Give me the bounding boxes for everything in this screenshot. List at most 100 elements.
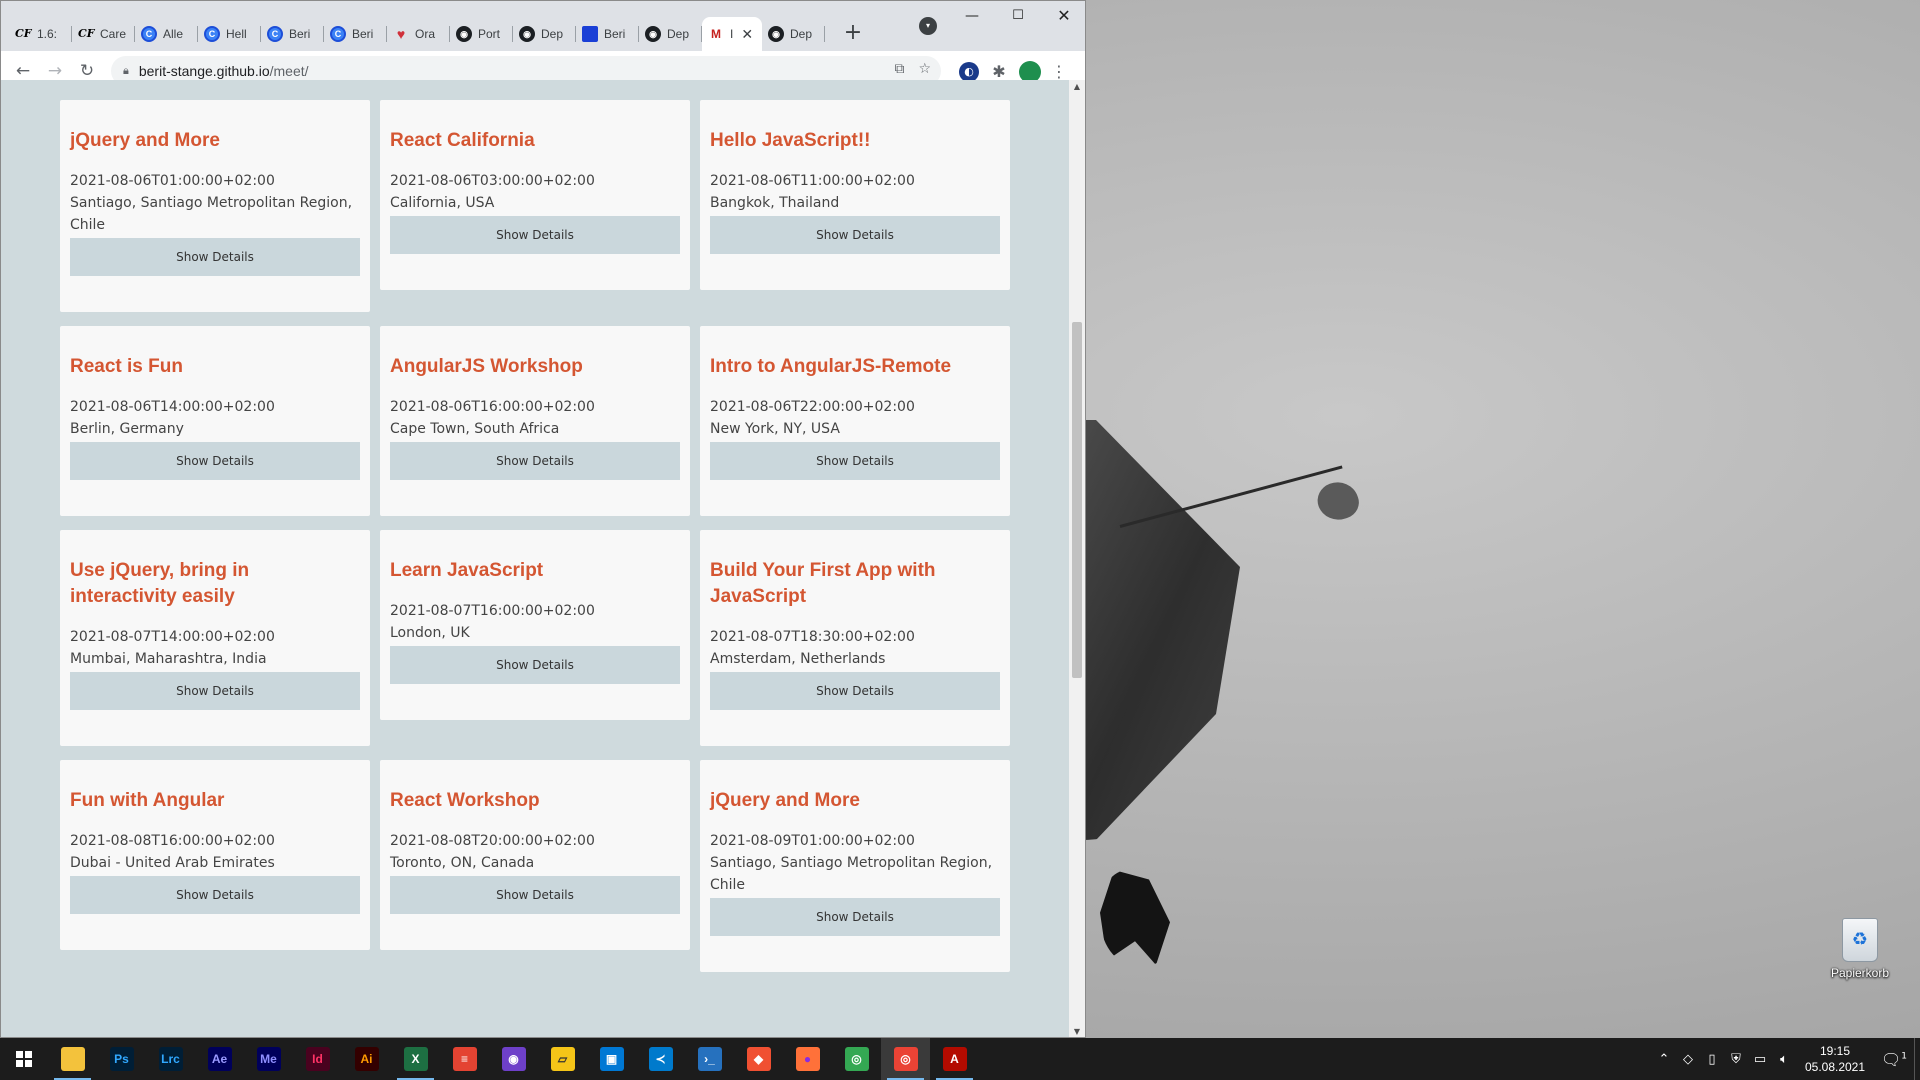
- taskbar-app-button[interactable]: Ae: [195, 1038, 244, 1080]
- taskbar-app-button[interactable]: Ai: [342, 1038, 391, 1080]
- taskbar-app-button[interactable]: X: [391, 1038, 440, 1080]
- browser-tab[interactable]: ◉ Port: [450, 17, 513, 51]
- lock-icon[interactable]: 🔒︎: [123, 64, 129, 78]
- show-desktop-button[interactable]: [1914, 1038, 1920, 1080]
- extension-icon[interactable]: ◐: [959, 62, 979, 82]
- show-details-button[interactable]: Show Details: [70, 442, 360, 480]
- dropbox-icon[interactable]: ◇: [1676, 1052, 1700, 1067]
- event-title: jQuery and More: [70, 130, 220, 151]
- event-card: Build Your First App with JavaScript 2021…: [700, 530, 1010, 746]
- browser-tab[interactable]: ◉ Dep: [513, 17, 576, 51]
- security-shield-icon[interactable]: ⛨: [1724, 1052, 1748, 1067]
- url-host: berit-stange.github.io: [138, 63, 270, 79]
- taskbar-app-button[interactable]: ▣: [587, 1038, 636, 1080]
- tab-close-icon[interactable]: ✕: [741, 26, 753, 43]
- browser-tab[interactable]: ♥ Ora: [387, 17, 450, 51]
- browser-tab[interactable]: Beri: [576, 17, 639, 51]
- start-button[interactable]: [0, 1038, 48, 1080]
- recycle-bin-shortcut[interactable]: Papierkorb: [1822, 918, 1898, 980]
- browser-tab[interactable]: M I ✕: [702, 17, 762, 51]
- browser-tab[interactable]: CF 1.6:: [9, 17, 72, 51]
- event-location: Santiago, Santiago Metropolitan Region, …: [710, 855, 993, 893]
- event-card: jQuery and More 2021-08-06T01:00:00+02:00…: [60, 100, 370, 312]
- taskbar-app-button[interactable]: ›_: [685, 1038, 734, 1080]
- event-location: London, UK: [390, 625, 470, 641]
- show-details-button[interactable]: Show Details: [70, 876, 360, 914]
- event-card: Use jQuery, bring in interactivity easil…: [60, 530, 370, 746]
- show-details-button[interactable]: Show Details: [710, 442, 1000, 480]
- notification-center-icon[interactable]: 🗨︎1: [1874, 1050, 1914, 1069]
- taskbar-app-button[interactable]: ●: [783, 1038, 832, 1080]
- vertical-scrollbar[interactable]: ▲ ▼: [1069, 80, 1085, 1037]
- new-tab-button[interactable]: +: [839, 20, 867, 48]
- scroll-up-arrow-icon[interactable]: ▲: [1069, 80, 1085, 94]
- show-details-button[interactable]: Show Details: [390, 646, 680, 684]
- event-location: Mumbai, Maharashtra, India: [70, 651, 267, 667]
- event-title: React California: [390, 130, 535, 151]
- excel-icon: X: [403, 1047, 428, 1071]
- taskbar-app-button[interactable]: ≡: [440, 1038, 489, 1080]
- scrollbar-thumb[interactable]: [1072, 322, 1082, 678]
- taskbar-app-button[interactable]: A: [930, 1038, 979, 1080]
- show-details-button[interactable]: Show Details: [390, 876, 680, 914]
- bookmark-star-icon[interactable]: ☆: [918, 61, 931, 77]
- browser-tab[interactable]: ◉ Dep: [762, 17, 825, 51]
- github-icon: ◉: [645, 26, 661, 42]
- tab-label: Ora: [415, 27, 436, 41]
- taskbar-app-button[interactable]: ▱: [538, 1038, 587, 1080]
- tab-search-icon[interactable]: ▾: [919, 17, 937, 35]
- show-details-button[interactable]: Show Details: [390, 442, 680, 480]
- browser-tab[interactable]: ◉ Dep: [639, 17, 702, 51]
- show-details-button[interactable]: Show Details: [710, 672, 1000, 710]
- minimize-button[interactable]: —: [949, 1, 995, 31]
- photoshop-icon: Ps: [109, 1047, 134, 1071]
- event-date: 2021-08-06T03:00:00+02:00: [390, 173, 595, 189]
- usb-device-icon[interactable]: ▯: [1700, 1052, 1724, 1067]
- event-location: Berlin, Germany: [70, 421, 184, 437]
- event-title: Hello JavaScript!!: [710, 130, 871, 151]
- scroll-down-arrow-icon[interactable]: ▼: [1069, 1025, 1085, 1037]
- browser-tab[interactable]: C Beri: [261, 17, 324, 51]
- show-hidden-icons-chevron-icon[interactable]: ⌃: [1652, 1052, 1676, 1067]
- volume-icon[interactable]: 🔈︎: [1772, 1052, 1796, 1067]
- taskbar-app-button[interactable]: Lrc: [146, 1038, 195, 1080]
- event-card: React California 2021-08-06T03:00:00+02:0…: [380, 100, 690, 290]
- extensions-puzzle-icon[interactable]: ✱: [989, 62, 1009, 82]
- kebab-menu-icon[interactable]: ⋮: [1051, 62, 1067, 82]
- clock-date: 05.08.2021: [1804, 1060, 1866, 1074]
- event-title: React Workshop: [390, 790, 540, 811]
- event-location: California, USA: [390, 195, 495, 211]
- taskbar-app-button[interactable]: ◎: [881, 1038, 930, 1080]
- show-details-button[interactable]: Show Details: [710, 898, 1000, 936]
- network-icon[interactable]: ▭: [1748, 1052, 1772, 1067]
- event-card: Hello JavaScript!! 2021-08-06T11:00:00+02…: [700, 100, 1010, 290]
- event-title: Intro to AngularJS-Remote: [710, 356, 952, 377]
- tab-label: Dep: [541, 27, 564, 41]
- browser-tab[interactable]: C Beri: [324, 17, 387, 51]
- c-icon: C: [204, 26, 220, 42]
- taskbar-app-button[interactable]: Me: [244, 1038, 293, 1080]
- browser-tab[interactable]: CF Care: [72, 17, 135, 51]
- taskbar-app-button[interactable]: ◉: [489, 1038, 538, 1080]
- taskbar-app-button[interactable]: [48, 1038, 97, 1080]
- taskbar-app-button[interactable]: ≺: [636, 1038, 685, 1080]
- taskbar-app-button[interactable]: Id: [293, 1038, 342, 1080]
- taskbar-app-button[interactable]: Ps: [97, 1038, 146, 1080]
- browser-tab[interactable]: C Alle: [135, 17, 198, 51]
- show-details-button[interactable]: Show Details: [70, 672, 360, 710]
- open-in-app-icon[interactable]: ⧉: [894, 61, 904, 77]
- show-details-button[interactable]: Show Details: [710, 216, 1000, 254]
- maximize-button[interactable]: ☐: [995, 1, 1041, 31]
- close-window-button[interactable]: ✕: [1041, 1, 1085, 31]
- taskbar-clock[interactable]: 19:15 05.08.2021: [1796, 1043, 1874, 1075]
- event-list: jQuery and More 2021-08-06T01:00:00+02:00…: [60, 100, 1020, 972]
- taskbar-app-button[interactable]: ◆: [734, 1038, 783, 1080]
- show-details-button[interactable]: Show Details: [70, 238, 360, 276]
- system-tray: ⌃ ◇ ▯ ⛨ ▭ 🔈︎ 19:15 05.08.2021 🗨︎1: [1652, 1038, 1920, 1080]
- tab-label: I: [730, 27, 734, 41]
- show-details-button[interactable]: Show Details: [390, 216, 680, 254]
- event-location: Bangkok, Thailand: [710, 195, 840, 211]
- browser-tab[interactable]: C Hell: [198, 17, 261, 51]
- taskbar-app-button[interactable]: ◎: [832, 1038, 881, 1080]
- vscode-icon: ≺: [648, 1047, 673, 1071]
